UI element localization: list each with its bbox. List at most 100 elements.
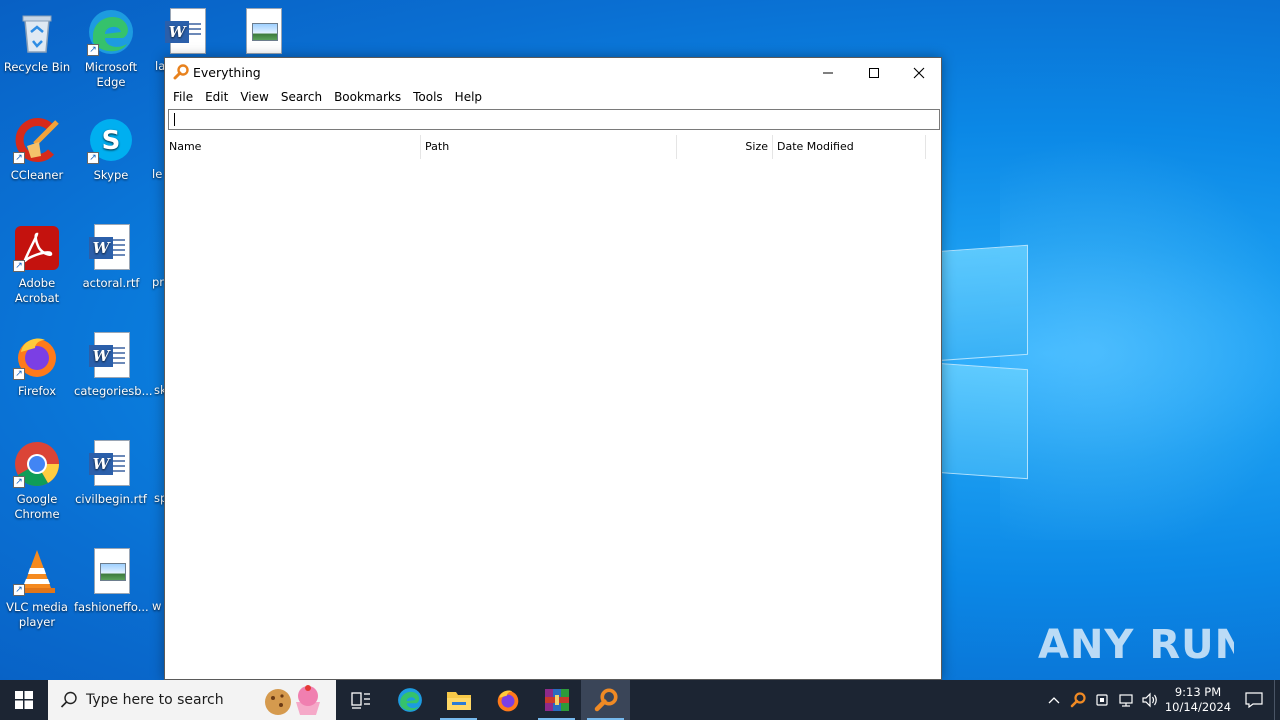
menu-help[interactable]: Help — [449, 87, 488, 109]
taskbar-file-explorer[interactable] — [434, 680, 483, 720]
column-size[interactable]: Size — [677, 135, 773, 159]
minimize-button[interactable] — [805, 58, 851, 87]
edge-icon — [397, 688, 422, 712]
task-view-icon — [350, 692, 370, 709]
tray-everything[interactable] — [1066, 680, 1090, 720]
start-button[interactable] — [0, 680, 48, 720]
tray-show-hidden-button[interactable] — [1042, 680, 1066, 720]
chrome-icon: ↗ — [13, 440, 61, 488]
desktop-icon-label: Google Chrome — [14, 492, 60, 521]
column-date-modified[interactable]: Date Modified — [773, 135, 926, 159]
desktop-icon-fashioneffo[interactable]: fashioneffo... — [74, 548, 149, 615]
results-list[interactable] — [165, 159, 941, 679]
everything-tray-icon — [1070, 692, 1086, 708]
adobe-acrobat-icon: ↗ — [13, 224, 61, 272]
desktop-icon-civilbegin-rtf[interactable]: W civilbegin.rtf — [74, 440, 148, 507]
desktop-icon-vlc[interactable]: ↗ VLC media player — [0, 548, 74, 630]
clock-date: 10/14/2024 — [1164, 700, 1232, 714]
clipped-desktop-label: w — [152, 599, 162, 613]
windows-logo-wallpaper — [930, 238, 1032, 484]
column-path[interactable]: Path — [421, 135, 677, 159]
taskbar-winrar[interactable] — [532, 680, 581, 720]
shortcut-arrow-icon: ↗ — [13, 476, 25, 488]
taskbar-search-placeholder: Type here to search — [86, 692, 224, 708]
taskbar-search-box[interactable]: Type here to search — [48, 680, 336, 720]
taskbar-edge[interactable] — [385, 680, 434, 720]
text-caret — [174, 113, 175, 126]
file-explorer-icon — [446, 692, 471, 710]
word-document-icon: W — [163, 8, 211, 56]
notification-icon — [1245, 692, 1263, 708]
desktop-icon-ccleaner[interactable]: ↗ CCleaner — [0, 116, 74, 183]
desktop-icon-categoriesb[interactable]: W categoriesb... — [74, 332, 153, 399]
menu-bookmarks[interactable]: Bookmarks — [328, 87, 407, 109]
minimize-icon — [823, 72, 833, 73]
close-icon — [913, 67, 925, 78]
windows-start-icon — [15, 691, 33, 709]
close-button[interactable] — [896, 58, 942, 87]
tray-device[interactable] — [1090, 680, 1114, 720]
everything-magnifier-icon — [594, 688, 618, 712]
taskbar-task-view[interactable] — [336, 680, 385, 720]
everything-magnifier-icon — [173, 64, 189, 80]
desktop-icon-label: Firefox — [17, 384, 57, 398]
system-tray: 9:13 PM 10/14/2024 — [1042, 680, 1280, 720]
action-center-button[interactable] — [1234, 680, 1274, 720]
anyrun-logo-icon: ANY RUN — [1038, 622, 1234, 668]
clipped-desktop-label: le — [152, 167, 163, 181]
desktop-icon-actoral-rtf[interactable]: W actoral.rtf — [74, 224, 148, 291]
tray-network[interactable] — [1114, 680, 1138, 720]
firefox-icon — [497, 690, 518, 712]
menu-file[interactable]: File — [167, 87, 199, 109]
everything-window[interactable]: Everything File Edit View Search Bookmar… — [164, 57, 942, 680]
menu-search[interactable]: Search — [275, 87, 328, 109]
desktop-icon-google-chrome[interactable]: ↗ Google Chrome — [0, 440, 74, 522]
desktop-icon-image-top[interactable] — [226, 8, 300, 60]
taskbar-everything[interactable] — [581, 680, 630, 720]
recycle-bin-icon — [13, 8, 61, 56]
svg-text:S: S — [102, 126, 121, 156]
menu-view[interactable]: View — [234, 87, 274, 109]
winrar-icon — [544, 689, 569, 711]
taskbar-clock[interactable]: 9:13 PM 10/14/2024 — [1162, 685, 1234, 715]
edge-icon: ↗ — [87, 8, 135, 56]
anyrun-watermark-text: ANY RUN — [1038, 622, 1234, 668]
desktop-icon-skype[interactable]: S ↗ Skype — [74, 116, 148, 183]
vlc-icon: ↗ — [13, 548, 61, 596]
shortcut-arrow-icon: ↗ — [13, 584, 25, 596]
taskbar-firefox[interactable] — [483, 680, 532, 720]
desktop-icon-adobe-acrobat[interactable]: ↗ Adobe Acrobat — [0, 224, 74, 306]
clipped-desktop-label: pr — [152, 275, 165, 289]
column-header: Name Path Size Date Modified — [165, 135, 941, 159]
desktop-icon-label: civilbegin.rtf — [75, 492, 147, 506]
word-document-icon: W — [87, 224, 135, 272]
menu-tools[interactable]: Tools — [407, 87, 449, 109]
image-file-icon — [87, 548, 135, 596]
desktop-icon-microsoft-edge[interactable]: ↗ Microsoft Edge — [74, 8, 148, 90]
shortcut-arrow-icon: ↗ — [87, 44, 99, 56]
shortcut-arrow-icon: ↗ — [87, 152, 99, 164]
search-input[interactable] — [168, 109, 940, 130]
shortcut-arrow-icon: ↗ — [13, 152, 25, 164]
desktop-icon-firefox[interactable]: ↗ Firefox — [0, 332, 74, 399]
column-name[interactable]: Name — [165, 135, 421, 159]
desktop-icon-label: Adobe Acrobat — [14, 276, 60, 305]
desktop-icon-word-doc-top[interactable]: W — [150, 8, 224, 60]
volume-icon — [1142, 692, 1157, 708]
menu-bar: File Edit View Search Bookmarks Tools He… — [165, 87, 941, 109]
desktop-icon-recycle-bin[interactable]: Recycle Bin — [0, 8, 74, 75]
device-icon — [1096, 694, 1108, 706]
shortcut-arrow-icon: ↗ — [13, 260, 25, 272]
show-desktop-button[interactable] — [1274, 680, 1280, 720]
firefox-icon: ↗ — [13, 332, 61, 380]
title-bar[interactable]: Everything — [165, 58, 941, 87]
word-document-icon: W — [87, 440, 135, 488]
window-title: Everything — [193, 65, 261, 80]
image-file-icon — [239, 8, 287, 56]
taskbar: Type here to search 9:13 PM 10/14/2024 — [0, 680, 1280, 720]
anyrun-watermark: ANY RUN — [1038, 608, 1234, 674]
maximize-button[interactable] — [851, 58, 897, 87]
tray-volume[interactable] — [1138, 680, 1162, 720]
menu-edit[interactable]: Edit — [199, 87, 234, 109]
ccleaner-icon: ↗ — [13, 116, 61, 164]
